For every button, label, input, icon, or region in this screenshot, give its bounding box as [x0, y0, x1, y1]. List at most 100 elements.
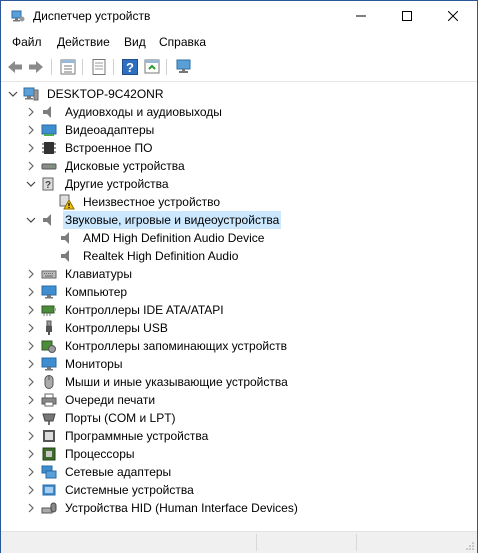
help-icon[interactable]: ?: [121, 58, 139, 76]
svg-text:?: ?: [126, 60, 134, 75]
window-title: Диспетчер устройств: [33, 9, 151, 23]
device-manager-app-icon: [11, 10, 25, 22]
tree-item-label: Контроллеры запоминающих устройств: [65, 339, 287, 353]
chevron-right-icon[interactable]: [25, 481, 37, 499]
chevron-right-icon[interactable]: [25, 337, 37, 355]
device-manager-window: Диспетчер устройств Файл Действие Вид Сп…: [0, 0, 478, 553]
speaker-icon: [43, 214, 51, 226]
tree-item-label: Другие устройства: [65, 177, 169, 191]
chevron-right-icon[interactable]: [25, 445, 37, 463]
tree-item-label: Realtek High Definition Audio: [83, 249, 239, 263]
properties-list-icon[interactable]: [59, 58, 77, 76]
mouse-icon: [44, 375, 54, 389]
unknown-device-icon: ?: [42, 177, 54, 191]
scan-hardware-icon[interactable]: [175, 58, 193, 76]
chevron-right-icon[interactable]: [25, 121, 37, 139]
tree-item-label: Видеоадаптеры: [65, 123, 155, 137]
toolbar: ?: [1, 54, 477, 82]
chevron-right-icon[interactable]: [25, 319, 37, 337]
device-tree: DESKTOP-9C42ONR Аудиовходы и аудиовыходы…: [1, 82, 477, 532]
toolbar-separator: [82, 59, 83, 75]
status-bar: [1, 531, 477, 553]
chevron-right-icon[interactable]: [25, 157, 37, 175]
tree-item-label: Порты (COM и LPT): [65, 411, 176, 425]
tree-item-label: Неизвестное устройство: [83, 195, 221, 209]
port-connector-icon: [42, 413, 56, 425]
chevron-right-icon[interactable]: [25, 301, 37, 319]
tree-item-label: Контроллеры IDE ATA/ATAPI: [65, 303, 224, 317]
tree-item-label: Аудиовходы и аудиовыходы: [65, 105, 222, 119]
tree-item-label: Системные устройства: [65, 483, 194, 497]
tree-item-label: Устройства HID (Human Interface Devices): [65, 501, 298, 515]
chevron-down-icon[interactable]: [7, 85, 19, 103]
menu-action[interactable]: Действие: [57, 35, 110, 50]
warning-device-icon: [59, 194, 75, 210]
menu-bar: Файл Действие Вид Справка: [1, 32, 477, 53]
tree-item-label: Встроенное ПО: [65, 141, 153, 155]
menu-view[interactable]: Вид: [124, 35, 146, 50]
tree-item-label: Дисковые устройства: [65, 159, 185, 173]
tree-item-label: Компьютер: [65, 285, 128, 299]
tree-item-label: Очереди печати: [65, 393, 156, 407]
chevron-right-icon[interactable]: [25, 427, 37, 445]
status-divider: [256, 534, 257, 551]
minimize-icon: [356, 15, 366, 17]
software-device-icon: [43, 430, 55, 442]
maximize-icon: [402, 11, 412, 21]
chevron-right-icon[interactable]: [25, 283, 37, 301]
document-icon[interactable]: [90, 58, 108, 76]
hard-drive-icon: [41, 163, 57, 170]
minimize-button[interactable]: [338, 1, 384, 31]
speaker-icon: [61, 250, 69, 262]
update-driver-icon[interactable]: [143, 58, 161, 76]
computer-icon: [23, 87, 39, 101]
svg-text:?: ?: [45, 180, 51, 191]
tree-item-label: Звуковые, игровые и видеоустройства: [63, 211, 282, 229]
title-bar[interactable]: Диспетчер устройств: [1, 1, 477, 31]
menu-file[interactable]: Файл: [12, 35, 42, 50]
maximize-button[interactable]: [384, 1, 430, 31]
chevron-right-icon[interactable]: [25, 355, 37, 373]
chevron-right-icon[interactable]: [25, 391, 37, 409]
toolbar-separator: [166, 59, 167, 75]
chip-icon: [42, 142, 56, 154]
chevron-down-icon[interactable]: [25, 175, 37, 193]
tree-item-label: Процессоры: [65, 447, 135, 461]
chevron-right-icon[interactable]: [25, 139, 37, 157]
menu-help[interactable]: Справка: [159, 35, 206, 50]
tree-item-label: Программные устройства: [65, 429, 209, 443]
tree-item-label: Контроллеры USB: [65, 321, 168, 335]
tree-item-label: Мониторы: [65, 357, 123, 371]
close-button[interactable]: [430, 1, 476, 31]
speaker-icon: [61, 232, 69, 244]
back-arrow-icon[interactable]: [6, 58, 24, 76]
status-divider: [356, 534, 357, 551]
keyboard-icon: [41, 270, 57, 279]
toolbar-separator: [51, 59, 52, 75]
chevron-right-icon[interactable]: [25, 499, 37, 517]
monitor-icon: [41, 357, 57, 371]
usb-plug-icon: [46, 320, 52, 335]
forward-arrow-icon[interactable]: [27, 58, 45, 76]
toolbar-separator: [113, 59, 114, 75]
processor-icon: [42, 447, 56, 461]
tree-item-label: Клавиатуры: [65, 267, 132, 281]
printer-icon: [41, 393, 57, 407]
network-adapter-icon: [41, 465, 57, 479]
chevron-right-icon[interactable]: [25, 103, 37, 121]
display-adapter-icon: [41, 124, 57, 136]
resize-grip-icon[interactable]: [465, 541, 475, 551]
tree-item-label: Сетевые адаптеры: [65, 465, 172, 479]
speaker-icon: [43, 106, 51, 118]
tree-item-label: Мыши и иные указывающие устройства: [65, 375, 288, 389]
chevron-right-icon[interactable]: [25, 463, 37, 481]
chevron-right-icon[interactable]: [25, 409, 37, 427]
monitor-icon: [41, 285, 57, 299]
chevron-down-icon[interactable]: [25, 211, 37, 229]
chevron-right-icon[interactable]: [25, 373, 37, 391]
tree-item-label: AMD High Definition Audio Device: [83, 231, 265, 245]
ide-controller-icon: [41, 305, 56, 316]
storage-controller-icon: [41, 340, 56, 353]
close-icon: [448, 11, 458, 21]
chevron-right-icon[interactable]: [25, 265, 37, 283]
